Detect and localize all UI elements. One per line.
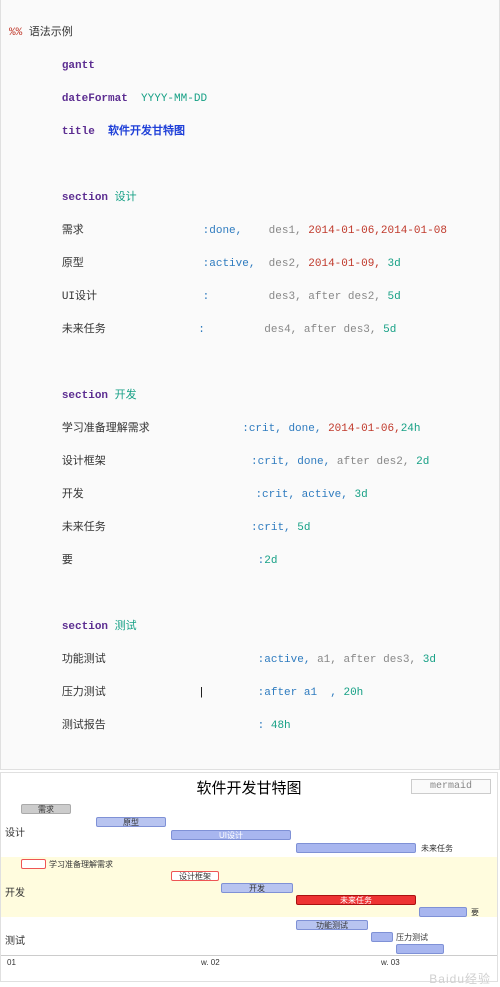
gantt-bar	[396, 944, 444, 954]
section-name: 设计	[115, 192, 137, 204]
task-dur: 3d	[423, 654, 436, 666]
task-name: 需求	[62, 225, 84, 237]
task-after: after des2,	[308, 291, 381, 303]
task-attr: :crit, done,	[242, 423, 321, 435]
task-name: 开发	[62, 489, 84, 501]
task-attr: :	[198, 324, 205, 336]
task-id: des4,	[264, 324, 297, 336]
kw-section: section	[62, 192, 108, 204]
task-name: 压力测试	[62, 687, 106, 699]
watermark: Baidu经验	[429, 970, 491, 987]
task-id: des1,	[269, 225, 302, 237]
task-attr: :active,	[203, 258, 256, 270]
gantt-body: 设计 开发 测试 需求 原型 UI设计 未来任务 学习准备理解需求 设计框架 开…	[1, 802, 497, 967]
axis-tick: w. 03	[381, 958, 400, 967]
task-date: 2014-01-09,	[308, 258, 381, 270]
task-dur: 20h	[343, 687, 363, 699]
kw-section: section	[62, 390, 108, 402]
task-date: 2014-01-08	[381, 225, 447, 237]
axis-tick: w. 02	[201, 958, 220, 967]
gantt-bar: 设计框架	[171, 871, 219, 881]
axis-tick: 01	[7, 958, 16, 967]
task-date: 2014-01-06,	[328, 423, 401, 435]
title-value: 软件开发甘特图	[108, 126, 185, 138]
task-attr: :	[258, 720, 265, 732]
gantt-bar	[296, 843, 416, 853]
gantt-bar: 未来任务	[296, 895, 416, 905]
task-dur: 5d	[297, 522, 310, 534]
task-attr: :after a1 ,	[258, 687, 337, 699]
task-attr: :crit, done,	[251, 456, 330, 468]
task-id: des2,	[269, 258, 302, 270]
task-dur: 24h	[401, 423, 421, 435]
task-dur: 2d	[264, 555, 277, 567]
kw-dateformat: dateFormat	[62, 93, 128, 105]
section-name: 测试	[115, 621, 137, 633]
task-name: 未来任务	[62, 522, 106, 534]
task-attr: :crit,	[251, 522, 291, 534]
task-name: UI设计	[62, 291, 97, 303]
kw-title: title	[62, 126, 95, 138]
task-after: after des3,	[304, 324, 377, 336]
directive-text: 语法示例	[29, 27, 73, 39]
gantt-bar	[21, 859, 46, 869]
gantt-bar-label: 未来任务	[421, 843, 453, 854]
gantt-bar: 原型	[96, 817, 166, 827]
gantt-bar: 开发	[221, 883, 293, 893]
x-axis: 01 w. 02 w. 03	[1, 955, 497, 967]
task-name: 功能测试	[62, 654, 106, 666]
task-name: 要	[62, 555, 73, 567]
section-name: 开发	[115, 390, 137, 402]
task-date: 2014-01-06,	[308, 225, 381, 237]
task-attr: :	[203, 291, 210, 303]
task-dur: 2d	[416, 456, 429, 468]
task-dur: 5d	[388, 291, 401, 303]
gantt-chart: mermaid 软件开发甘特图 设计 开发 测试 需求 原型 UI设计 未来任务…	[0, 772, 498, 982]
code-block: %% 语法示例 gantt dateFormat YYYY-MM-DD titl…	[0, 0, 500, 770]
task-name: 未来任务	[62, 324, 106, 336]
dateformat-value: YYYY-MM-DD	[141, 93, 207, 105]
gantt-bar: 功能测试	[296, 920, 368, 930]
gantt-bar: 需求	[21, 804, 71, 814]
task-attr: :active,	[258, 654, 311, 666]
gantt-bar	[371, 932, 393, 942]
task-after: after des2,	[337, 456, 410, 468]
task-dur: 3d	[388, 258, 401, 270]
task-attr: :done,	[203, 225, 243, 237]
task-dur: 5d	[383, 324, 396, 336]
kw-section: section	[62, 621, 108, 633]
gantt-bar	[419, 907, 467, 917]
section-label: 测试	[5, 932, 25, 947]
task-name: 测试报告	[62, 720, 106, 732]
task-name: 学习准备理解需求	[62, 423, 150, 435]
renderer-badge: mermaid	[411, 779, 491, 794]
section-label: 设计	[5, 824, 25, 839]
task-id: a1,	[317, 654, 337, 666]
gantt-bar-label: 要	[471, 907, 479, 918]
task-after: after des3,	[343, 654, 416, 666]
task-id: des3,	[269, 291, 302, 303]
task-attr: :crit, active,	[255, 489, 347, 501]
task-dur: 3d	[354, 489, 367, 501]
task-name: 原型	[62, 258, 84, 270]
gantt-bar-label: 学习准备理解需求	[49, 859, 113, 870]
task-dur: 48h	[271, 720, 291, 732]
section-label: 开发	[5, 884, 25, 899]
gantt-bar-label: 压力测试	[396, 932, 428, 943]
directive: %%	[9, 27, 22, 39]
kw-gantt: gantt	[62, 60, 95, 72]
task-name: 设计框架	[62, 456, 106, 468]
gantt-bar: UI设计	[171, 830, 291, 840]
